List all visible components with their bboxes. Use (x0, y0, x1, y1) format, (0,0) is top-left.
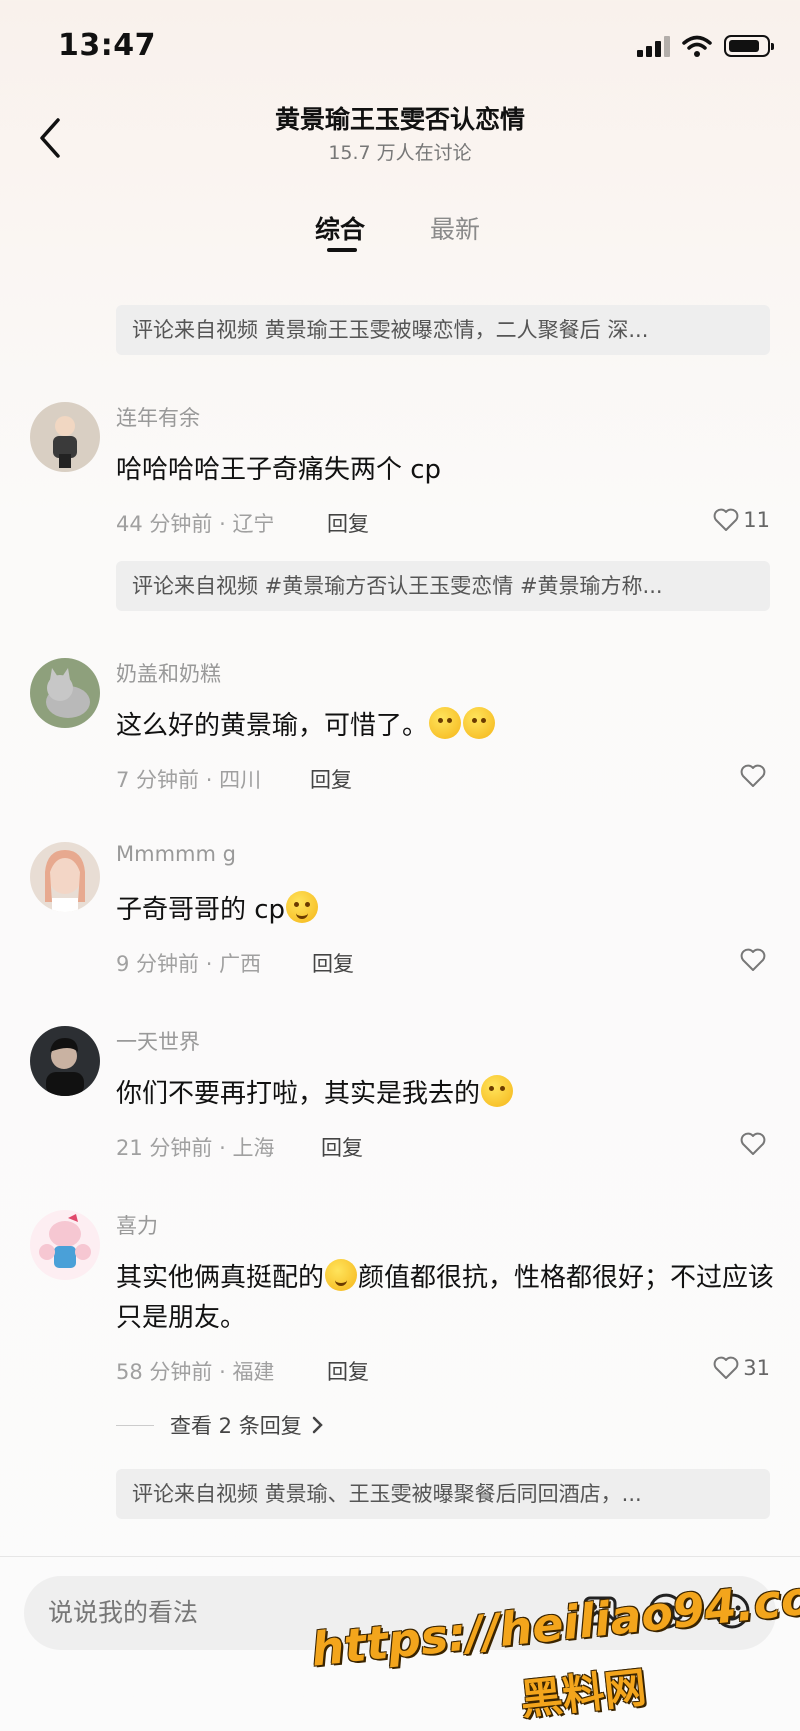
comment-time: 58 分钟前 (116, 1360, 213, 1384)
comment-text: 子奇哥哥的 cp (116, 890, 776, 930)
comment-time: 21 分钟前 (116, 1136, 213, 1160)
comment-meta: 21 分钟前 · 上海 (116, 1136, 275, 1160)
heart-icon (713, 508, 739, 531)
comment-time: 44 分钟前 (116, 512, 213, 536)
comment-meta: 9 分钟前 · 广西 (116, 952, 262, 976)
cellular-signal-icon (637, 35, 670, 57)
active-tab-indicator (327, 248, 357, 252)
like-button[interactable]: 11 (713, 508, 770, 532)
comment-text: 你们不要再打啦，其实是我去的 (116, 1074, 776, 1114)
emoji-picker-icon[interactable] (710, 1589, 754, 1633)
video-source-link[interactable]: 评论来自视频 黄景瑜王玉雯被曝恋情，二人聚餐后 深... (116, 305, 770, 355)
status-bar: 13:47 (0, 0, 800, 95)
reply-button[interactable]: 回复 (327, 1356, 369, 1386)
comment-location: 广西 (219, 952, 262, 976)
input-actions (578, 1589, 754, 1633)
username[interactable]: 奶盖和奶糕 (116, 658, 221, 688)
image-icon[interactable] (578, 1589, 622, 1633)
video-source-link[interactable]: 评论来自视频 #黄景瑜方否认王玉雯恋情 #黄景瑜方称... (116, 561, 770, 611)
like-button[interactable] (740, 764, 770, 788)
comment-location: 福建 (232, 1360, 275, 1384)
reply-button[interactable]: 回复 (321, 1132, 363, 1162)
avatar[interactable] (30, 658, 100, 728)
video-source-link[interactable]: 评论来自视频 黄景瑜、王玉雯被曝聚餐后同回酒店，... (116, 1469, 770, 1519)
avatar[interactable] (30, 1026, 100, 1096)
comment-meta: 58 分钟前 · 福建 (116, 1360, 275, 1384)
divider (116, 1424, 154, 1426)
username[interactable]: Mmmmm g (116, 842, 236, 866)
like-count: 31 (743, 1356, 770, 1380)
heart-icon (740, 764, 766, 787)
like-button[interactable] (740, 1132, 770, 1156)
tab-comprehensive[interactable]: 综合 (315, 210, 365, 246)
reply-button[interactable]: 回复 (312, 948, 354, 978)
pouting-kiss-emoji-icon (429, 707, 462, 739)
reply-button[interactable]: 回复 (327, 508, 369, 538)
comment-text: 这么好的黄景瑜，可惜了。 (116, 706, 776, 746)
like-button[interactable] (740, 948, 770, 972)
relieved-face-emoji-icon (325, 1259, 358, 1291)
comment-location: 辽宁 (232, 512, 275, 536)
page-title: 黄景瑜王玉雯否认恋情 (274, 105, 525, 134)
divider (0, 1556, 800, 1557)
chevron-right-icon (312, 1416, 323, 1434)
comment-meta: 44 分钟前 · 辽宁 (116, 512, 275, 536)
heart-icon (740, 1132, 766, 1155)
comment-time: 7 分钟前 (116, 768, 200, 792)
status-time: 13:47 (58, 28, 156, 63)
heart-icon (713, 1356, 739, 1379)
comment-location: 四川 (219, 768, 262, 792)
status-icons (637, 34, 774, 58)
username[interactable]: 连年有余 (116, 402, 200, 432)
laughing-crying-emoji-icon (286, 891, 319, 923)
view-more-replies-label: 查看 2 条回复 (170, 1414, 302, 1438)
comment-location: 上海 (232, 1136, 275, 1160)
tab-latest[interactable]: 最新 (430, 210, 480, 246)
avatar[interactable] (30, 1210, 100, 1280)
avatar[interactable] (30, 842, 100, 912)
pouting-kiss-emoji-icon (463, 707, 496, 739)
pleading-face-emoji-icon (481, 1075, 514, 1107)
view-more-replies-button[interactable]: 查看 2 条回复 (116, 1410, 328, 1440)
watermark-site-name: 黑料网 (518, 1662, 649, 1725)
like-button[interactable]: 31 (713, 1356, 770, 1380)
comment-text: 其实他俩真挺配的 颜值都很抗，性格都很好；不过应该只是朋友。 (116, 1258, 776, 1338)
battery-icon (724, 35, 774, 57)
reply-button[interactable]: 回复 (310, 764, 352, 794)
heart-icon (740, 948, 766, 971)
at-mention-icon[interactable] (644, 1589, 688, 1633)
like-count: 11 (743, 508, 770, 532)
comment-text: 哈哈哈哈王子奇痛失两个 cp (116, 455, 442, 485)
comment-meta: 7 分钟前 · 四川 (116, 768, 262, 792)
avatar[interactable] (30, 402, 100, 472)
comment-time: 9 分钟前 (116, 952, 200, 976)
username[interactable]: 一天世界 (116, 1026, 200, 1056)
username[interactable]: 喜力 (116, 1210, 158, 1240)
wifi-icon (682, 35, 712, 57)
discussion-count: 15.7 万人在讨论 (328, 142, 472, 164)
